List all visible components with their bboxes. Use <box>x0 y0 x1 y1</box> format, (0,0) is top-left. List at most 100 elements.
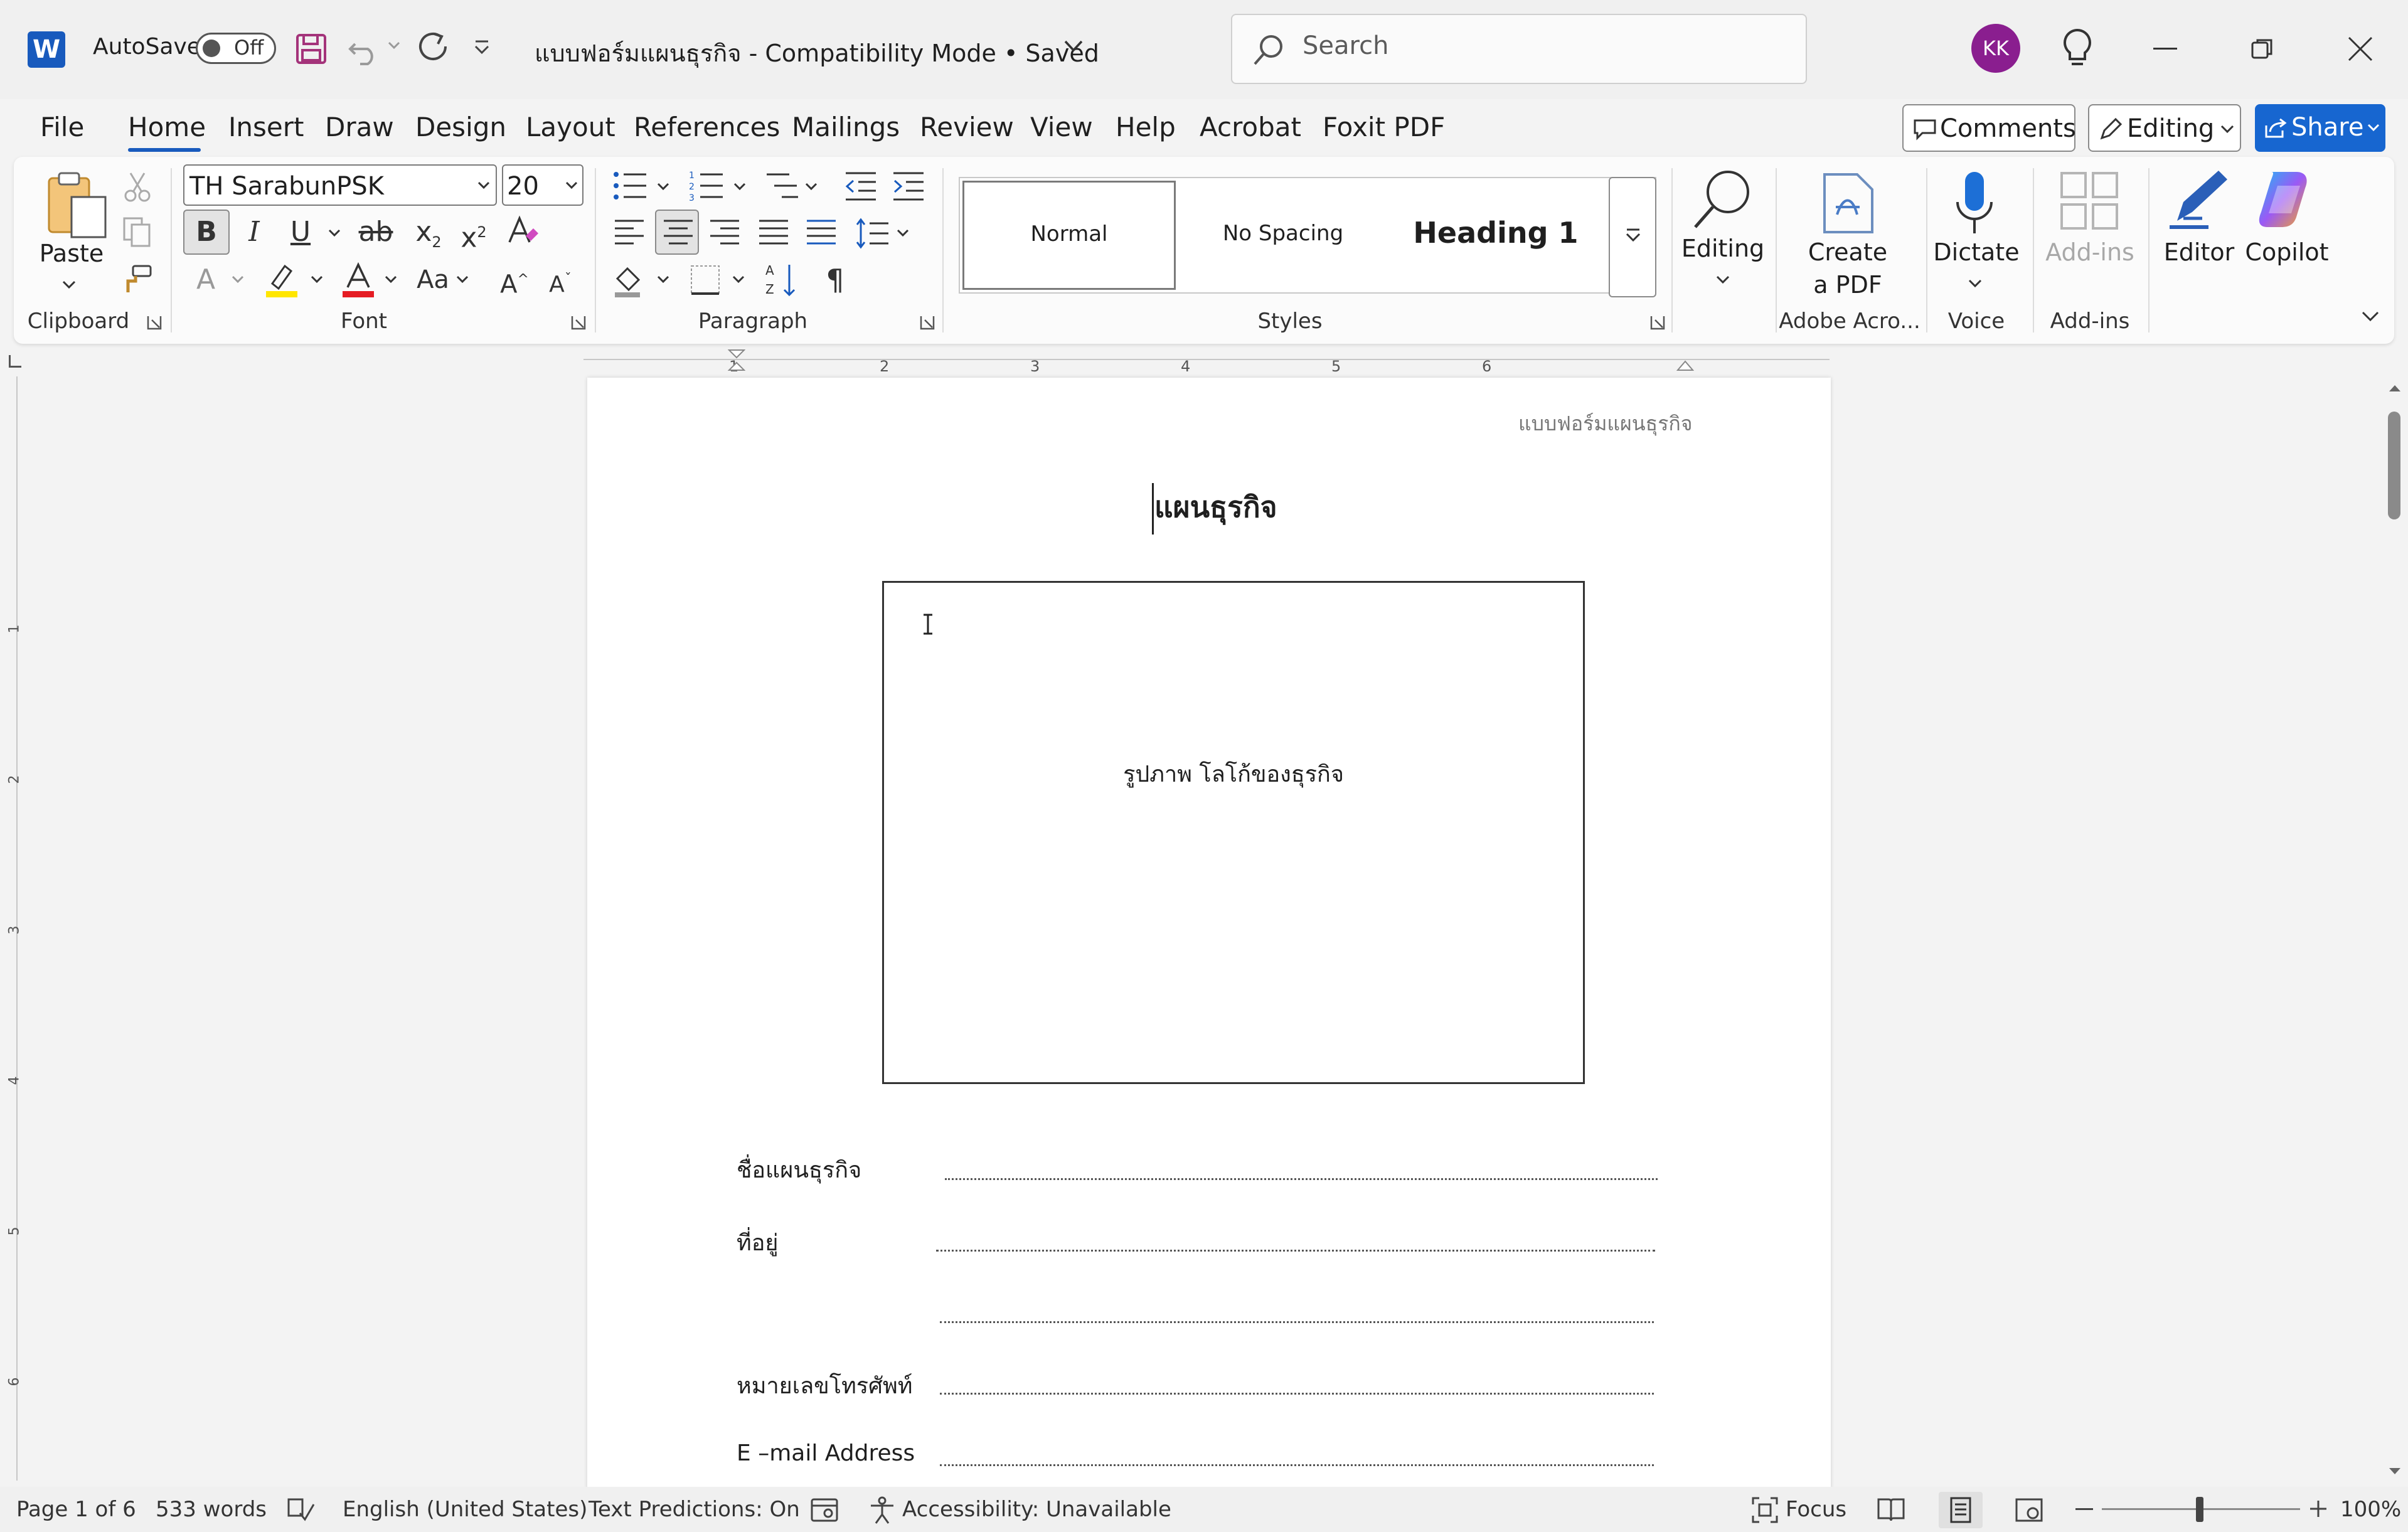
comments-button[interactable]: Comments <box>1902 104 2076 152</box>
editor-button[interactable]: Editor <box>2152 238 2246 266</box>
style-no-spacing[interactable]: No Spacing <box>1180 181 1387 290</box>
page-count[interactable]: Page 1 of 6 <box>16 1497 136 1522</box>
tab-draw[interactable]: Draw <box>325 112 394 142</box>
clear-formatting-icon[interactable] <box>506 215 540 248</box>
chevron-down-icon[interactable] <box>733 182 747 192</box>
tab-help[interactable]: Help <box>1116 112 1176 142</box>
search-input[interactable]: Search <box>1231 14 1807 84</box>
justify-icon[interactable] <box>757 217 791 248</box>
add-ins-icon[interactable] <box>2059 171 2119 231</box>
scrollbar-thumb[interactable] <box>2388 412 2400 519</box>
borders-icon[interactable] <box>689 263 722 296</box>
style-heading-1[interactable]: Heading 1 <box>1389 181 1602 290</box>
chevron-down-icon[interactable] <box>310 275 324 285</box>
dialog-launcher-icon[interactable] <box>146 314 163 331</box>
align-left-icon[interactable] <box>612 217 646 248</box>
bold-button[interactable]: B <box>183 210 230 255</box>
scroll-up-icon[interactable] <box>2388 383 2402 393</box>
copilot-icon[interactable] <box>2252 167 2318 232</box>
share-button[interactable]: Share <box>2255 104 2385 152</box>
macro-icon[interactable] <box>809 1497 839 1523</box>
minimize-icon[interactable] <box>2153 48 2177 50</box>
line-spacing-icon[interactable] <box>855 216 890 251</box>
create-pdf-icon[interactable] <box>1818 171 1877 236</box>
tab-mailings[interactable]: Mailings <box>792 112 900 142</box>
sort-icon[interactable]: AZ <box>764 261 799 299</box>
lightbulb-icon[interactable] <box>2060 28 2094 69</box>
dialog-launcher-icon[interactable] <box>919 314 936 331</box>
shading-icon[interactable] <box>612 263 647 297</box>
tab-layout[interactable]: Layout <box>526 112 615 142</box>
zoom-in-icon[interactable] <box>2309 1499 2328 1518</box>
dialog-launcher-icon[interactable] <box>570 314 587 331</box>
superscript-button[interactable]: x2 <box>457 213 491 254</box>
format-painter-icon[interactable] <box>122 263 153 295</box>
chevron-down-icon[interactable] <box>656 275 670 285</box>
chevron-down-icon[interactable] <box>732 275 745 285</box>
tab-insert[interactable]: Insert <box>228 112 304 142</box>
field-line-business-name[interactable] <box>945 1178 1658 1180</box>
close-icon[interactable] <box>2347 35 2374 63</box>
document-title[interactable]: แผนธุรกิจ <box>1154 484 1277 530</box>
subscript-button[interactable]: x2 <box>412 213 445 251</box>
numbering-icon[interactable]: 123 <box>689 169 724 202</box>
accessibility-icon[interactable] <box>867 1496 897 1524</box>
restore-icon[interactable] <box>2250 36 2275 61</box>
shrink-font-button[interactable]: Aˇ <box>543 261 577 299</box>
tab-acrobat[interactable]: Acrobat <box>1200 112 1301 142</box>
tab-file[interactable]: File <box>40 112 84 142</box>
field-line-address-2[interactable] <box>940 1321 1654 1323</box>
copy-icon[interactable] <box>120 216 153 248</box>
chevron-down-icon[interactable] <box>455 275 469 285</box>
print-layout-button[interactable] <box>1939 1492 1983 1528</box>
distributed-icon[interactable] <box>804 217 838 248</box>
chevron-down-icon[interactable] <box>1715 275 1730 285</box>
styles-more-button[interactable] <box>1609 177 1656 297</box>
cut-icon[interactable] <box>123 171 152 203</box>
right-indent-marker[interactable] <box>1676 356 1694 371</box>
tab-review[interactable]: Review <box>920 112 1014 142</box>
microphone-icon[interactable] <box>1953 168 1996 237</box>
chevron-down-icon[interactable] <box>896 228 910 238</box>
paste-dropdown-icon[interactable] <box>61 280 77 290</box>
add-ins-button[interactable]: Add-ins <box>2037 238 2143 266</box>
create-pdf-label-1[interactable]: Create <box>1794 238 1901 266</box>
editing-mode-button[interactable]: Editing <box>2088 104 2241 152</box>
field-line-address[interactable] <box>936 1250 1655 1252</box>
accessibility-status[interactable]: Accessibility: Unavailable <box>902 1497 1171 1522</box>
underline-dropdown-icon[interactable] <box>328 228 341 238</box>
language-status[interactable]: English (United States) <box>343 1497 587 1522</box>
undo-dropdown-icon[interactable] <box>386 38 402 53</box>
chevron-down-icon[interactable] <box>231 275 245 285</box>
italic-button[interactable]: I <box>237 213 271 251</box>
align-center-button[interactable] <box>655 210 699 255</box>
tab-selector[interactable] <box>9 355 21 368</box>
chevron-down-icon[interactable] <box>804 182 818 192</box>
save-icon[interactable] <box>295 33 328 65</box>
decrease-indent-icon[interactable] <box>843 169 878 202</box>
font-size-combo[interactable]: 20 <box>502 164 583 206</box>
show-formatting-marks-icon[interactable]: ¶ <box>819 261 851 299</box>
copilot-button[interactable]: Copilot <box>2240 238 2334 266</box>
proofing-icon[interactable] <box>286 1497 316 1523</box>
customize-toolbar-icon[interactable] <box>472 38 492 58</box>
dictate-button[interactable]: Dictate <box>1927 238 2025 266</box>
zoom-level[interactable]: 100% <box>2340 1497 2401 1522</box>
font-color-icon[interactable] <box>340 261 376 299</box>
tab-references[interactable]: References <box>634 112 780 142</box>
change-case-button[interactable]: Aa <box>414 261 452 299</box>
redo-icon[interactable] <box>415 30 452 66</box>
chevron-down-icon[interactable] <box>1968 279 1983 289</box>
tab-home[interactable]: Home <box>128 112 206 142</box>
zoom-slider-thumb[interactable] <box>2196 1497 2203 1522</box>
tab-design[interactable]: Design <box>415 112 506 142</box>
word-icon[interactable]: W <box>28 31 65 68</box>
document-page[interactable]: แบบฟอร์มแผนธุรกิจ แผนธุรกิจ รูปภาพ โลโก้… <box>587 378 1831 1507</box>
field-line-email[interactable] <box>940 1464 1654 1466</box>
chevron-down-icon[interactable] <box>384 275 398 285</box>
underline-button[interactable]: U <box>284 213 317 251</box>
title-dropdown-icon[interactable] <box>1063 39 1084 54</box>
autosave-toggle[interactable]: Off <box>196 33 276 64</box>
editor-icon[interactable] <box>2165 167 2232 232</box>
create-pdf-label-2[interactable]: a PDF <box>1794 271 1901 299</box>
